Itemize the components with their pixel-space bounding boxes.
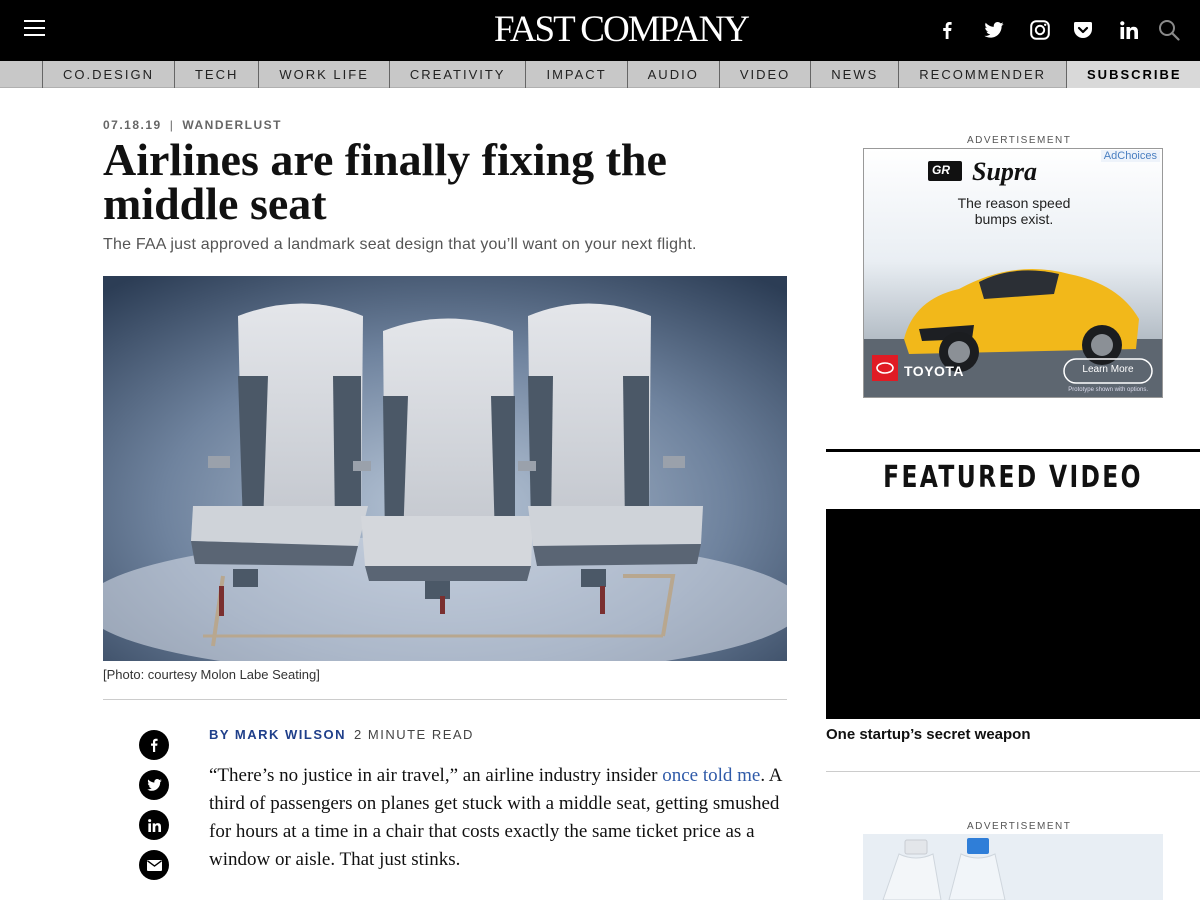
- ad-tagline-line-1: The reason speed: [957, 195, 1071, 211]
- featured-video-rule: [826, 449, 1200, 452]
- nav-item-work-life[interactable]: WORK LIFE: [258, 61, 389, 88]
- meta-divider: |: [169, 118, 175, 132]
- top-header: FAST COMPANY: [0, 0, 1200, 61]
- twitter-icon[interactable]: [982, 16, 1006, 44]
- share-twitter-icon[interactable]: [139, 770, 169, 800]
- article-dek: The FAA just approved a landmark seat de…: [103, 236, 697, 253]
- nav-item-co-design[interactable]: CO.DESIGN: [42, 61, 174, 88]
- nav-item-news[interactable]: NEWS: [810, 61, 898, 88]
- site-logo[interactable]: FAST COMPANY: [494, 10, 750, 50]
- share-facebook-icon[interactable]: [139, 730, 169, 760]
- byline: BY MARK WILSON 2 MINUTE READ: [209, 727, 474, 742]
- pocket-icon[interactable]: [1073, 16, 1093, 44]
- linkedin-icon[interactable]: [1118, 16, 1140, 44]
- nav-item-creativity[interactable]: CREATIVITY: [388, 61, 526, 88]
- hero-image: [103, 276, 787, 661]
- ad-tagline-line-2: bumps exist.: [974, 211, 1054, 227]
- adchoices-badge[interactable]: AdChoices: [1100, 150, 1160, 162]
- menu-icon[interactable]: [24, 20, 45, 38]
- article-category[interactable]: WANDERLUST: [182, 118, 282, 132]
- article-title: Airlines are finally fixing the middle s…: [103, 134, 667, 229]
- article-date: 07.18.19: [103, 118, 162, 132]
- nav-item-audio[interactable]: AUDIO: [626, 61, 719, 88]
- rail-divider: [826, 771, 1200, 772]
- ad-label: ADVERTISEMENT: [967, 135, 1072, 146]
- nav-item-impact[interactable]: IMPACT: [525, 61, 626, 88]
- ad-disclaimer: Prototype shown with options.: [1068, 387, 1148, 393]
- search-icon[interactable]: [1157, 16, 1181, 44]
- article-divider: [103, 699, 787, 700]
- featured-video-heading: FEATURED VIDEO: [883, 460, 1143, 495]
- water-bottle-ad[interactable]: [863, 834, 1163, 900]
- share-email-icon[interactable]: [139, 850, 169, 880]
- nav-item-tech[interactable]: TECH: [173, 61, 258, 88]
- ad2-label: ADVERTISEMENT: [967, 821, 1072, 832]
- facebook-icon[interactable]: [937, 16, 957, 44]
- featured-video-title[interactable]: One startup’s secret weapon: [826, 726, 1031, 743]
- instagram-icon[interactable]: [1029, 16, 1051, 44]
- share-linkedin-icon[interactable]: [139, 810, 169, 840]
- image-caption: [Photo: courtesy Molon Labe Seating]: [103, 667, 320, 682]
- featured-video-player[interactable]: [826, 509, 1200, 719]
- nav-item-video[interactable]: VIDEO: [718, 61, 810, 88]
- author-link[interactable]: BY MARK WILSON: [209, 727, 346, 742]
- ad-learn-more-button[interactable]: Learn More: [1064, 364, 1152, 375]
- toyota-supra-ad[interactable]: AdChoices GR Supra The reason speed bump…: [863, 148, 1163, 398]
- ad-gr-mark: GR: [932, 163, 950, 177]
- body-text-lead: “There’s no justice in air travel,” an a…: [209, 765, 663, 786]
- ad-brand: TOYOTA: [904, 363, 965, 379]
- nav-item-recommender[interactable]: RECOMMENDER: [898, 61, 1066, 88]
- ad-tagline: The reason speed bumps exist.: [864, 195, 1162, 227]
- section-nav: CO.DESIGN TECH WORK LIFE CREATIVITY IMPA…: [0, 61, 1200, 88]
- ad-model-name: Supra: [972, 157, 1038, 186]
- article-meta: 07.18.19 | WANDERLUST: [103, 118, 282, 132]
- nav-item-subscribe[interactable]: SUBSCRIBE: [1066, 61, 1200, 88]
- read-time: 2 MINUTE READ: [354, 727, 474, 742]
- article-body-paragraph: “There’s no justice in air travel,” an a…: [209, 762, 787, 874]
- inline-link-once-told-me[interactable]: once told me: [662, 765, 760, 786]
